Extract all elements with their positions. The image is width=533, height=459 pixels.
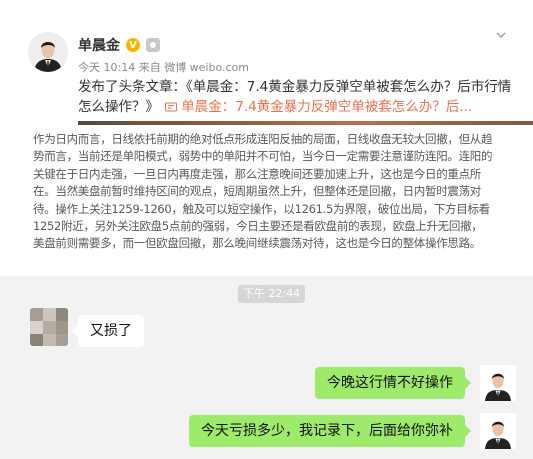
- verified-v-icon: V: [126, 38, 140, 52]
- link-icon: [165, 102, 178, 112]
- my-avatar[interactable]: [480, 413, 516, 449]
- author-name[interactable]: 单晨金: [78, 35, 120, 55]
- incoming-message[interactable]: 又损了: [72, 315, 144, 347]
- author-avatar[interactable]: [28, 32, 68, 72]
- post-meta: 今天 10:14 来自 微博 weibo.com: [78, 61, 250, 74]
- outgoing-message[interactable]: 今天亏损多少，我记录下，后面给你弥补: [189, 415, 471, 447]
- contact-avatar[interactable]: [30, 308, 68, 346]
- my-avatar[interactable]: [480, 365, 516, 401]
- chevron-down-icon[interactable]: [496, 30, 506, 40]
- author-name-row: 单晨金 V: [78, 35, 160, 55]
- cover-strip: [78, 121, 533, 125]
- chat-timestamp: 下午 22:44: [238, 285, 305, 303]
- level-badge-icon: [146, 38, 160, 52]
- outgoing-message[interactable]: 今晚这行情不好操作: [315, 367, 471, 399]
- chat-area: 下午 22:44 又损了 今晚这行情不好操作 今天亏损多少，我记录下，后面给你弥…: [0, 276, 533, 459]
- article-body: 作为日内而言，日线依托前期的绝对低点形成连阳反抽的局面，日线收盘无较大回撤，但从…: [33, 132, 493, 251]
- article-link[interactable]: 单晨金：7.4黄金暴力反弹空单被套怎么办？后...: [181, 99, 472, 115]
- weibo-post: 单晨金 V 今天 10:14 来自 微博 weibo.com 发布了头条文章：《…: [0, 0, 533, 126]
- post-text: 发布了头条文章：《单晨金：7.4黄金暴力反弹空单被套怎么办？后市行情怎么操作？》…: [78, 77, 518, 117]
